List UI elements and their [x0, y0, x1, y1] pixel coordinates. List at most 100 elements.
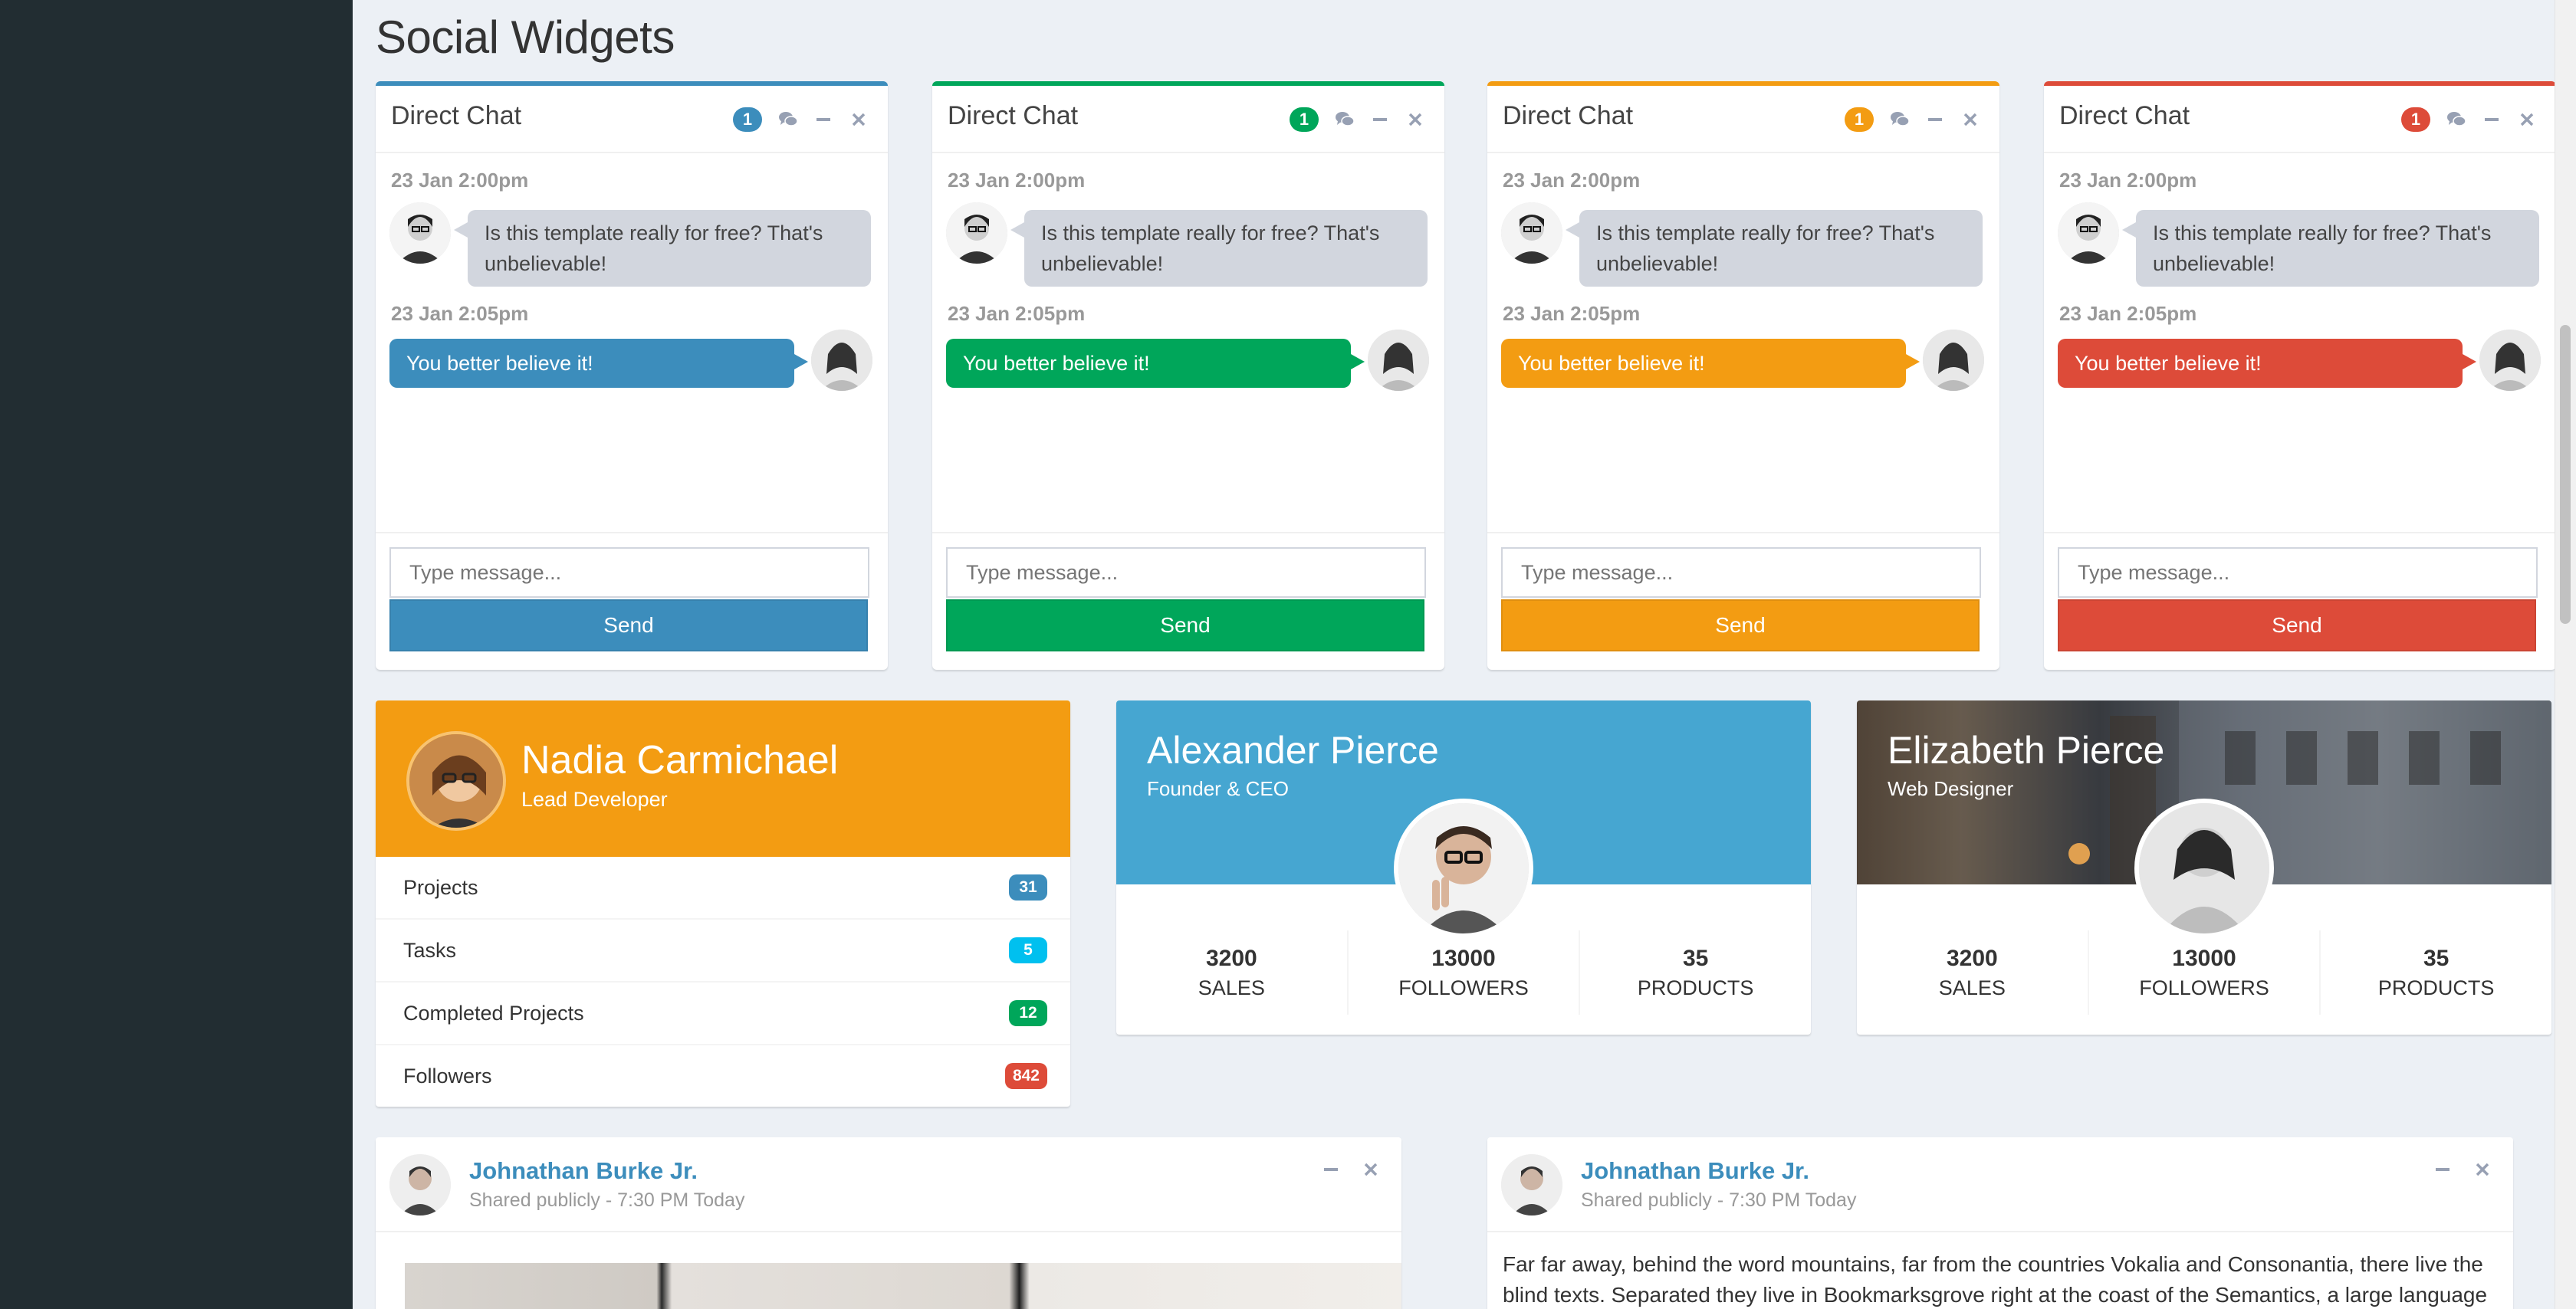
minimize-icon[interactable] — [1371, 110, 1389, 129]
message-bubble: You better believe it! — [2058, 339, 2476, 388]
new-messages-badge: 1 — [733, 107, 762, 132]
stat-value: 35 — [1682, 945, 1709, 971]
chat-footer: Send — [932, 533, 1444, 668]
comments-icon[interactable] — [1336, 110, 1354, 129]
message-bubble: You better believe it! — [946, 339, 1365, 388]
stat-label: PRODUCTS — [2377, 976, 2495, 999]
box-header: Direct Chat 1 — [932, 86, 1444, 153]
comments-icon[interactable] — [2447, 110, 2466, 129]
close-icon[interactable] — [2473, 1160, 2492, 1179]
box-title: Direct Chat — [2059, 101, 2190, 130]
sidebar — [0, 0, 353, 1309]
list-item-label: Followers — [403, 1064, 492, 1088]
chat-messages: 23 Jan 2:00pm Is this template really fo… — [1487, 153, 1999, 533]
message-bubble: You better believe it! — [1501, 339, 1920, 388]
stat-value: 13000 — [1431, 945, 1496, 971]
post-username[interactable]: Johnathan Burke Jr. — [1581, 1157, 1809, 1185]
stat-value: 35 — [2423, 945, 2450, 971]
scrollbar[interactable] — [2555, 0, 2576, 1309]
minimize-icon[interactable] — [1926, 110, 1944, 129]
avatar — [2058, 202, 2119, 264]
direct-chat-box: Direct Chat 1 23 Jan 2:00pm Is this temp… — [932, 81, 1444, 670]
chat-messages: 23 Jan 2:00pm Is this template really fo… — [932, 153, 1444, 533]
widget-user-desc: Web Designer — [1888, 777, 2014, 800]
list-item[interactable]: Followers 842 — [376, 1045, 1070, 1107]
close-icon[interactable] — [2518, 110, 2536, 129]
avatar — [811, 330, 872, 391]
box-tools: 1 — [2401, 107, 2536, 132]
stat-label: PRODUCTS — [1637, 976, 1754, 999]
message-input[interactable] — [389, 547, 869, 598]
avatar — [1394, 799, 1533, 938]
close-icon[interactable] — [1961, 110, 1980, 129]
message-bubble: Is this template really for free? That's… — [454, 210, 871, 287]
message-input[interactable] — [946, 547, 1426, 598]
list-item[interactable]: Tasks 5 — [376, 920, 1070, 983]
box-header: Direct Chat 1 — [1487, 86, 1999, 153]
main-content: Social Widgets Direct Chat 1 23 Jan 2:00… — [353, 0, 2556, 1309]
send-button[interactable]: Send — [2058, 599, 2536, 651]
page-title: Social Widgets — [376, 11, 675, 63]
stat-block: 3200 SALES — [1857, 930, 2089, 1015]
direct-chat-box: Direct Chat 1 23 Jan 2:00pm Is this temp… — [2044, 81, 2556, 670]
message-input[interactable] — [1501, 547, 1981, 598]
avatar — [389, 1154, 451, 1216]
chat-messages: 23 Jan 2:00pm Is this template really fo… — [376, 153, 888, 533]
avatar — [2479, 330, 2541, 391]
message-time: 23 Jan 2:00pm — [1503, 169, 1641, 192]
message-input[interactable] — [2058, 547, 2538, 598]
post-username[interactable]: Johnathan Burke Jr. — [469, 1157, 698, 1185]
list-item[interactable]: Completed Projects 12 — [376, 983, 1070, 1045]
widget-user-name: Elizabeth Pierce — [1888, 729, 2165, 772]
widget-header: Nadia Carmichael Lead Developer — [376, 700, 1070, 857]
list-item[interactable]: Projects 31 — [376, 857, 1070, 920]
count-badge: 12 — [1009, 1000, 1047, 1026]
message-time: 23 Jan 2:05pm — [948, 302, 1086, 325]
send-button[interactable]: Send — [1501, 599, 1980, 651]
avatar — [1501, 1154, 1562, 1216]
user-widget-nadia: Nadia Carmichael Lead Developer Projects… — [376, 700, 1070, 1107]
post-meta: Shared publicly - 7:30 PM Today — [1581, 1189, 1857, 1211]
post-tools — [2433, 1160, 2492, 1179]
direct-chat-box: Direct Chat 1 23 Jan 2:00pm Is this temp… — [1487, 81, 1999, 670]
message-time: 23 Jan 2:00pm — [2059, 169, 2197, 192]
box-header: Direct Chat 1 — [2044, 86, 2556, 153]
stat-block: 35 PRODUCTS — [1580, 930, 1811, 1015]
box-title: Direct Chat — [391, 101, 522, 130]
minimize-icon[interactable] — [814, 110, 833, 129]
close-icon[interactable] — [1362, 1160, 1380, 1179]
box-header: Direct Chat 1 — [376, 86, 888, 153]
send-button[interactable]: Send — [946, 599, 1424, 651]
comments-icon[interactable] — [1891, 110, 1909, 129]
post-box-1: Johnathan Burke Jr. Shared publicly - 7:… — [376, 1137, 1401, 1309]
new-messages-badge: 1 — [1845, 107, 1874, 132]
message-bubble: Is this template really for free? That's… — [1566, 210, 1983, 287]
scrollbar-thumb[interactable] — [2560, 325, 2571, 624]
send-button[interactable]: Send — [389, 599, 868, 651]
count-badge: 5 — [1009, 937, 1047, 963]
minimize-icon[interactable] — [1322, 1160, 1340, 1179]
close-icon[interactable] — [1406, 110, 1424, 129]
message-time: 23 Jan 2:05pm — [391, 302, 529, 325]
post-header: Johnathan Burke Jr. Shared publicly - 7:… — [1487, 1137, 2513, 1232]
user-widget-alexander: Alexander Pierce Founder & CEO 3200 SALE… — [1116, 700, 1811, 1035]
stat-label: FOLLOWERS — [1398, 976, 1529, 999]
avatar — [406, 731, 506, 831]
list-item-label: Projects — [403, 875, 478, 899]
message-bubble: Is this template really for free? That's… — [1010, 210, 1428, 287]
comments-icon[interactable] — [779, 110, 797, 129]
message-bubble: Is this template really for free? That's… — [2122, 210, 2539, 287]
count-badge: 842 — [1004, 1063, 1047, 1089]
close-icon[interactable] — [849, 110, 868, 129]
post-box-2: Johnathan Burke Jr. Shared publicly - 7:… — [1487, 1137, 2513, 1309]
minimize-icon[interactable] — [2482, 110, 2501, 129]
post-text: Far far away, behind the word mountains,… — [1503, 1252, 2488, 1307]
box-title: Direct Chat — [1503, 101, 1634, 130]
stat-value: 3200 — [1946, 945, 1998, 971]
minimize-icon[interactable] — [2433, 1160, 2452, 1179]
widget-user-name: Nadia Carmichael — [521, 738, 839, 782]
stat-label: FOLLOWERS — [2139, 976, 2269, 999]
stats-row: 3200 SALES 13000 FOLLOWERS 35 PRODUCTS — [1116, 930, 1811, 1015]
avatar — [1923, 330, 1984, 391]
box-tools: 1 — [1845, 107, 1980, 132]
